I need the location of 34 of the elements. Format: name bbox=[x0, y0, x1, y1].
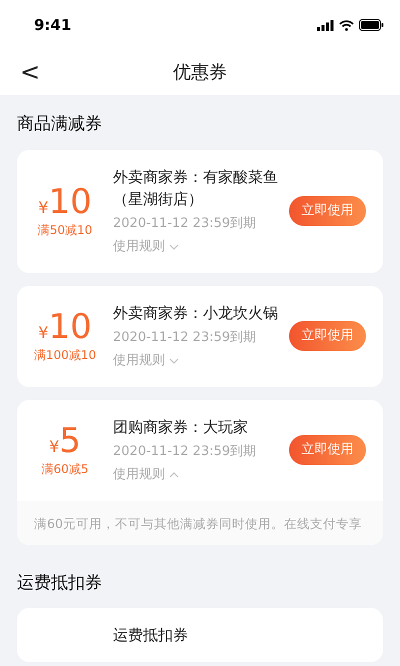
section-title: 商品满减券 bbox=[17, 114, 102, 134]
coupon-title: 外卖商家券：小龙坎火锅 bbox=[113, 302, 279, 324]
page-title: 优惠券 bbox=[173, 61, 227, 85]
coupon-title: 团购商家券：大玩家 bbox=[113, 416, 249, 438]
back-button[interactable]: < bbox=[16, 58, 44, 86]
rules-link[interactable]: 使用规则 bbox=[113, 465, 165, 484]
rules-link[interactable]: 使用规则 bbox=[113, 351, 165, 370]
coupon-title: 运费抵扣券 bbox=[113, 625, 189, 646]
coupon-condition: 满60减5 bbox=[42, 461, 88, 478]
rules-link[interactable]: 使用规则 bbox=[113, 237, 165, 256]
coupon-condition: 满100减10 bbox=[34, 347, 96, 364]
wifi-icon bbox=[339, 20, 354, 30]
currency-symbol: ¥ bbox=[38, 322, 48, 344]
currency-symbol: ¥ bbox=[49, 436, 60, 458]
status-time: 9:41 bbox=[34, 14, 72, 36]
expiry-date: 2020-11-12 23:59到期 bbox=[113, 214, 258, 232]
section-title: 运费抵扣券 bbox=[17, 572, 102, 592]
coupon-condition: 满50减10 bbox=[38, 222, 92, 239]
rules-text: 满60元可用，不可与其他满减券同时使用。在线支付专享 bbox=[34, 516, 362, 530]
use-now-button[interactable]: 立即使用 bbox=[289, 435, 366, 465]
battery-icon bbox=[359, 19, 384, 31]
chevron-up-icon[interactable] bbox=[169, 472, 179, 478]
coupon-amount: 10 bbox=[48, 183, 92, 221]
coupon-amount: 5 bbox=[59, 422, 81, 460]
chevron-down-icon[interactable] bbox=[169, 244, 179, 250]
chevron-down-icon[interactable] bbox=[169, 358, 179, 364]
use-now-button[interactable]: 立即使用 bbox=[289, 196, 366, 226]
coupon-amount: 10 bbox=[48, 308, 92, 346]
expiry-date: 2020-11-12 23:59到期 bbox=[113, 328, 258, 346]
coupon-title: 外卖商家券：有家酸菜鱼（星湖街店） bbox=[113, 166, 279, 210]
use-now-button[interactable]: 立即使用 bbox=[289, 321, 366, 351]
expiry-date: 2020-11-12 23:59到期 bbox=[113, 442, 258, 460]
signal-icon bbox=[317, 20, 334, 30]
currency-symbol: ¥ bbox=[38, 197, 48, 219]
